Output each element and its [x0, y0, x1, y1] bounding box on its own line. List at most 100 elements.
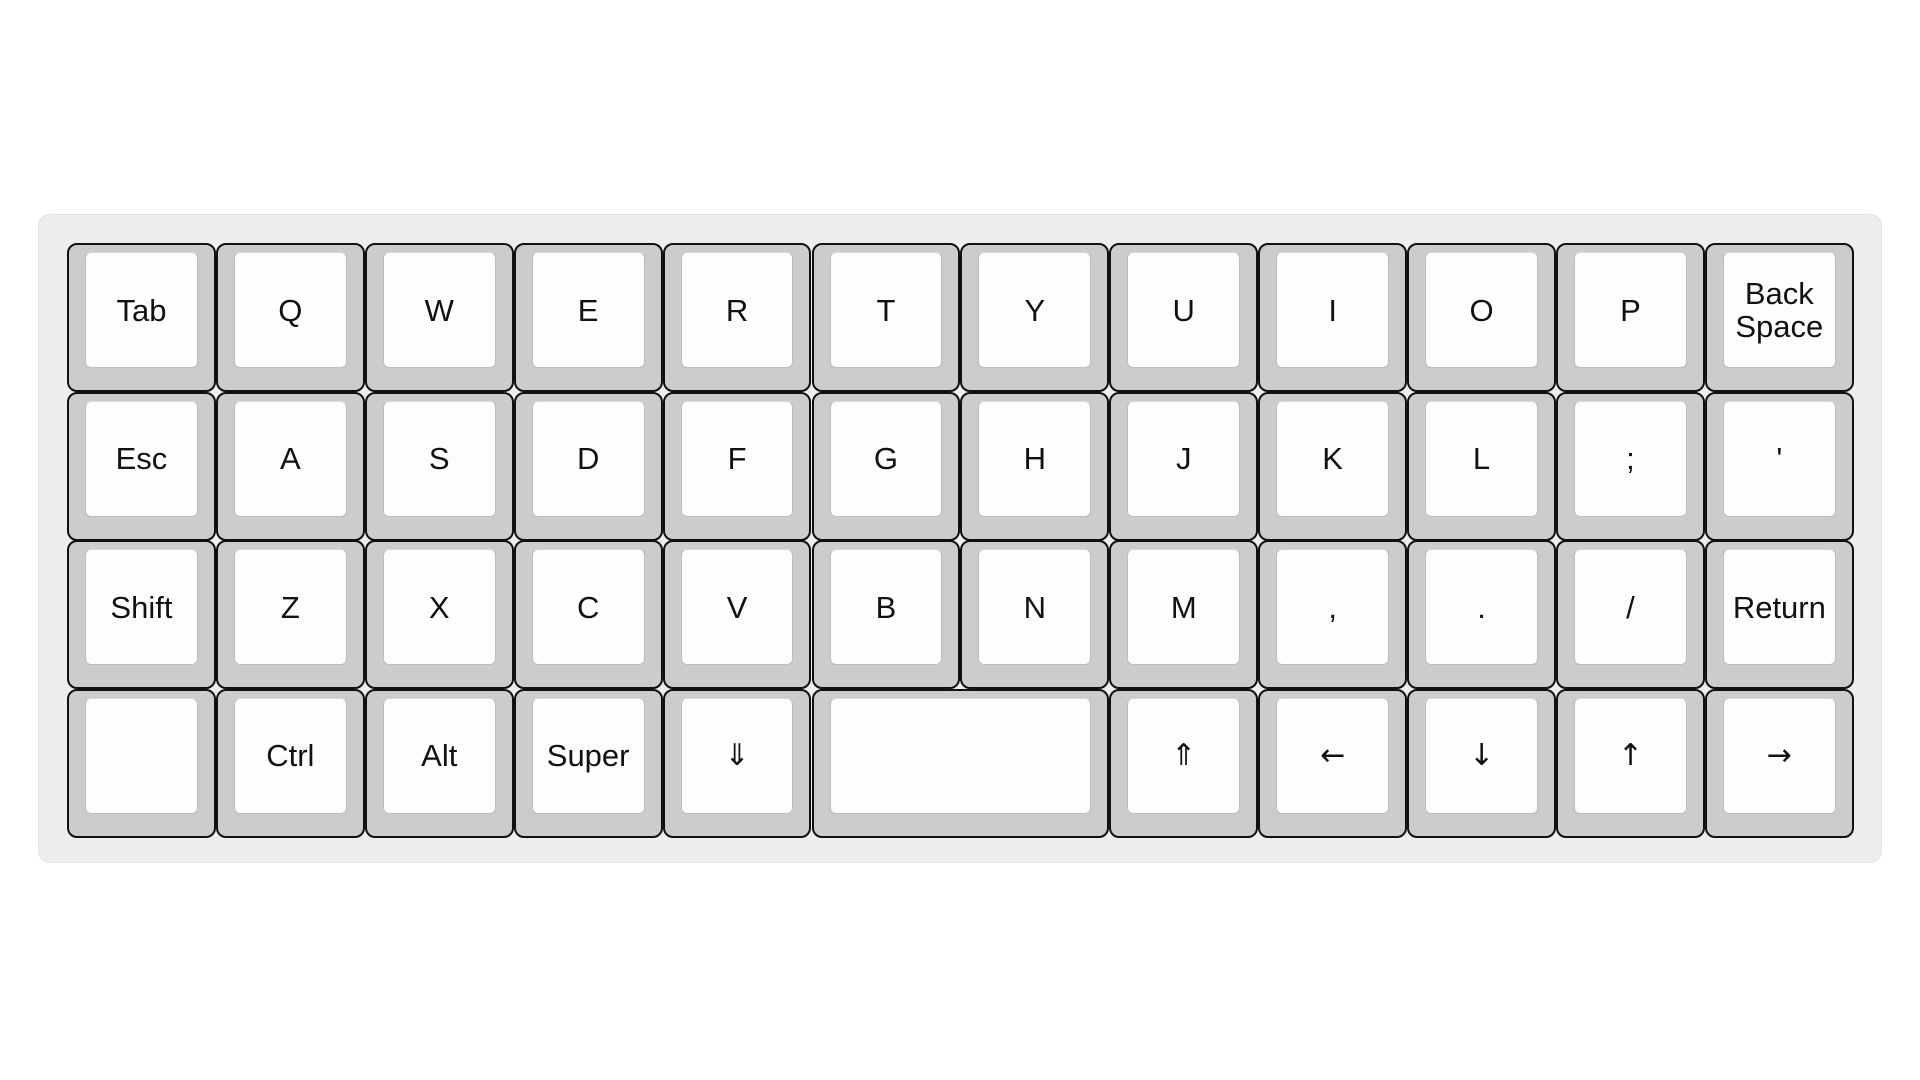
- key-n[interactable]: N: [960, 540, 1110, 689]
- keyboard-plate: Tab Q W E R T Y U I O P Back Space Esc A S D F G H J K L; ' Shi…: [38, 214, 1882, 863]
- keycap: I: [1276, 252, 1390, 368]
- key-legend: G: [873, 441, 898, 476]
- keycap: T: [829, 252, 943, 368]
- key-legend: Super: [546, 738, 630, 773]
- key-j[interactable]: J: [1109, 391, 1259, 541]
- key-e[interactable]: E: [513, 243, 663, 392]
- key-legend: ;: [1626, 441, 1635, 476]
- arrow-right-icon: →: [1766, 738, 1792, 773]
- key-x[interactable]: X: [364, 540, 514, 689]
- keycap: V: [680, 549, 794, 665]
- keycap: ⇓: [680, 697, 794, 814]
- key-legend: W: [424, 292, 454, 328]
- key-b[interactable]: B: [811, 540, 961, 689]
- key-w[interactable]: W: [364, 243, 514, 392]
- key-quote[interactable]: ': [1704, 391, 1854, 541]
- key-lower[interactable]: ⇓: [662, 688, 812, 838]
- keycap: A: [233, 400, 347, 517]
- key-legend: C: [576, 589, 600, 625]
- key-legend: N: [1023, 589, 1047, 625]
- key-arrow-right[interactable]: →: [1704, 688, 1854, 838]
- keycap: Esc: [85, 400, 198, 517]
- key-back-space[interactable]: Back Space: [1704, 243, 1854, 392]
- key-legend: Alt: [421, 738, 458, 773]
- key-legend: Esc: [115, 441, 168, 476]
- key-slash[interactable]: /: [1556, 540, 1705, 689]
- key-shift[interactable]: Shift: [67, 540, 216, 689]
- key-tab[interactable]: Tab: [67, 243, 216, 392]
- keycap: M: [1127, 549, 1241, 665]
- key-legend: V: [726, 589, 748, 625]
- key-g[interactable]: G: [811, 391, 961, 541]
- keycap: ↓: [1425, 697, 1538, 814]
- keycap: U: [1127, 252, 1241, 368]
- key-k[interactable]: K: [1258, 391, 1408, 541]
- key-legend: O: [1469, 292, 1494, 328]
- key-blank[interactable]: [67, 688, 216, 838]
- key-return[interactable]: Return: [1704, 540, 1854, 689]
- key-z[interactable]: Z: [215, 540, 365, 689]
- keycap: Shift: [85, 549, 198, 665]
- key-v[interactable]: V: [662, 540, 812, 689]
- keycap: C: [531, 549, 645, 665]
- key-semicolon[interactable]: ;: [1556, 391, 1705, 541]
- keycap: D: [531, 400, 645, 517]
- key-period[interactable]: .: [1407, 540, 1556, 689]
- key-alt[interactable]: Alt: [364, 688, 514, 838]
- key-ctrl[interactable]: Ctrl: [215, 688, 365, 838]
- key-p[interactable]: P: [1556, 243, 1705, 392]
- key-t[interactable]: T: [811, 243, 961, 392]
- key-raise[interactable]: ⇑: [1109, 688, 1259, 838]
- key-c[interactable]: C: [513, 540, 663, 689]
- key-legend: .: [1477, 589, 1486, 625]
- key-f[interactable]: F: [662, 391, 812, 541]
- key-legend: Y: [1024, 292, 1046, 328]
- keycap: ,: [1276, 549, 1390, 665]
- keycap: G: [829, 400, 943, 517]
- key-s[interactable]: S: [364, 391, 514, 541]
- key-a[interactable]: A: [215, 391, 365, 541]
- key-legend: F: [727, 441, 747, 476]
- keycap: Return: [1722, 549, 1836, 665]
- key-y[interactable]: Y: [960, 243, 1110, 392]
- key-i[interactable]: I: [1258, 243, 1408, 392]
- keycap: ': [1722, 400, 1836, 517]
- key-l[interactable]: L: [1407, 391, 1556, 541]
- keycap: H: [978, 400, 1092, 517]
- keycap: K: [1276, 400, 1390, 517]
- keycap: N: [978, 549, 1092, 665]
- keycap: .: [1425, 549, 1538, 665]
- keycap: /: [1574, 549, 1687, 665]
- key-esc[interactable]: Esc: [67, 391, 216, 541]
- key-comma[interactable]: ,: [1258, 540, 1408, 689]
- key-legend: D: [576, 441, 600, 476]
- key-q[interactable]: Q: [215, 243, 365, 392]
- key-u[interactable]: U: [1109, 243, 1259, 392]
- key-arrow-left[interactable]: ←: [1258, 688, 1408, 838]
- key-legend: U: [1172, 292, 1195, 328]
- key-space[interactable]: [811, 688, 1110, 838]
- keycap: B: [829, 549, 943, 665]
- keycap: Ctrl: [233, 697, 347, 814]
- key-d[interactable]: D: [513, 391, 663, 541]
- keycap: Alt: [382, 697, 496, 814]
- key-r[interactable]: R: [662, 243, 812, 392]
- key-arrow-down[interactable]: ↓: [1407, 688, 1556, 838]
- key-legend: K: [1322, 441, 1343, 476]
- key-legend: A: [279, 441, 301, 476]
- key-legend: E: [577, 292, 599, 328]
- key-h[interactable]: H: [960, 391, 1110, 541]
- key-arrow-up[interactable]: ↑: [1556, 688, 1705, 838]
- keycap: Y: [978, 252, 1092, 368]
- keycap: W: [382, 252, 496, 368]
- key-legend: B: [875, 589, 897, 625]
- key-o[interactable]: O: [1407, 243, 1556, 392]
- key-m[interactable]: M: [1109, 540, 1259, 689]
- key-legend: Tab: [116, 292, 167, 328]
- key-legend: P: [1620, 292, 1641, 328]
- keycap: Super: [531, 697, 645, 814]
- keycap: Tab: [85, 252, 198, 368]
- key-super[interactable]: Super: [513, 688, 663, 838]
- keycap: →: [1722, 697, 1836, 814]
- keycap: R: [680, 252, 794, 368]
